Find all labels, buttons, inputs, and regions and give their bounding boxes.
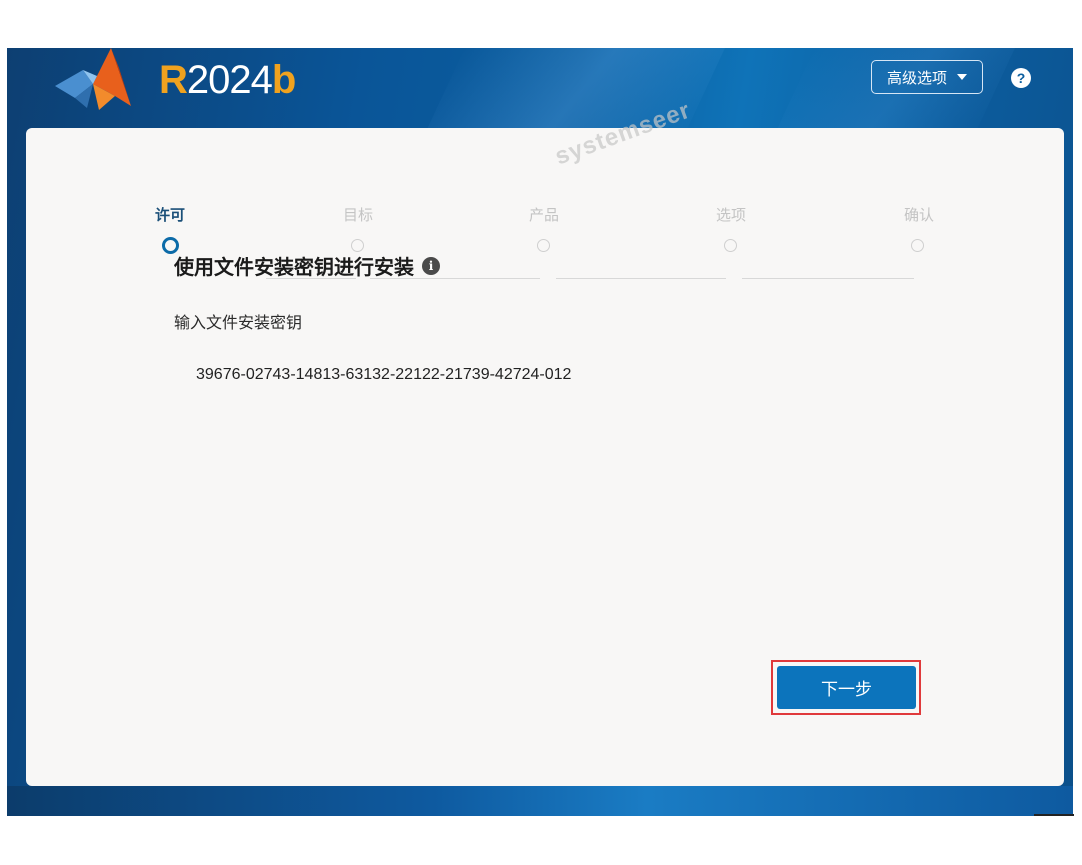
info-icon[interactable]: i: [422, 256, 440, 275]
step-label-products: 产品: [528, 207, 559, 224]
background-bottom-band: [7, 786, 1073, 816]
advanced-options-label: 高级选项: [886, 69, 947, 87]
corner-divider: [1034, 814, 1074, 816]
step-label-destination: 目标: [342, 207, 373, 224]
step-dot-confirm: [911, 239, 924, 252]
next-button[interactable]: 下一步: [777, 666, 916, 709]
step-label-options: 选项: [715, 207, 746, 224]
advanced-options-button[interactable]: 高级选项: [871, 60, 983, 94]
caret-down-icon: [957, 74, 967, 80]
version-year: 2024: [186, 58, 273, 102]
page-title-text: 使用文件安装密钥进行安装: [174, 257, 414, 279]
step-label-license: 许可: [154, 207, 185, 224]
version-r: R: [159, 58, 188, 102]
product-version: R2024b: [159, 58, 296, 103]
install-key-input[interactable]: [184, 358, 614, 392]
step-label-confirm: 确认: [903, 207, 934, 224]
step-connector: [556, 278, 726, 279]
help-icon[interactable]: ?: [1011, 68, 1031, 88]
install-key-label: 输入文件安装密钥: [174, 315, 303, 332]
step-connector: [742, 278, 914, 279]
step-dot-options: [724, 239, 737, 252]
version-release: b: [271, 58, 296, 102]
matlab-logo-icon: [55, 48, 131, 110]
page-title: 使用文件安装密钥进行安装 i: [174, 251, 440, 280]
step-dot-products: [537, 239, 550, 252]
